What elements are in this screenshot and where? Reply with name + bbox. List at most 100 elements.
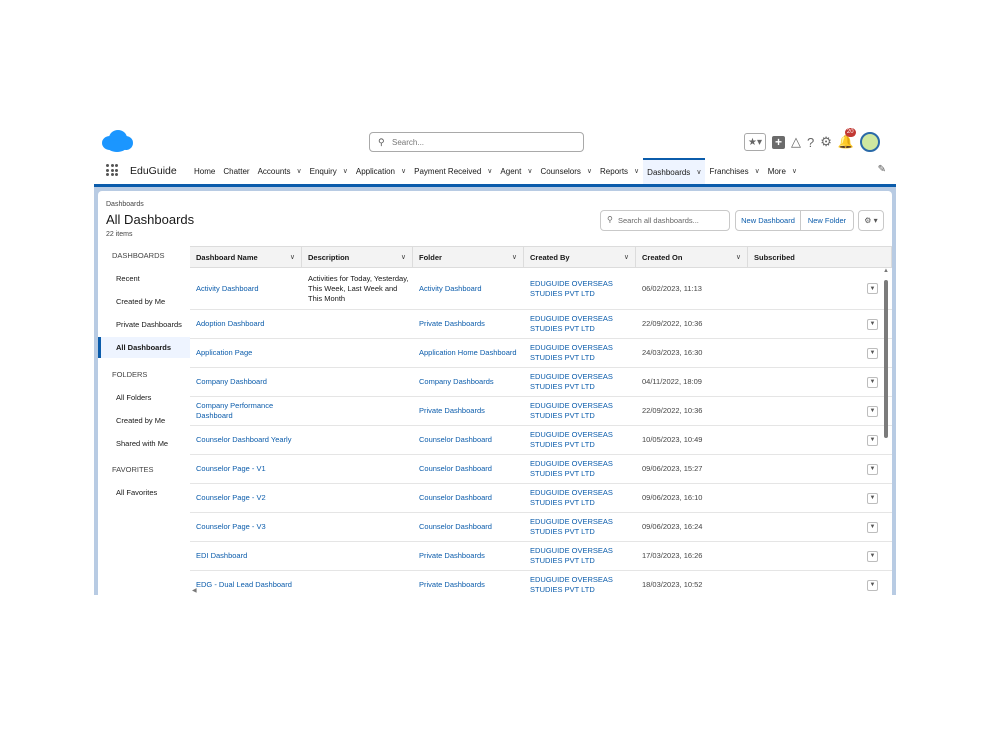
setup-gear-icon[interactable]: ⚙ <box>820 134 832 150</box>
cell-created-by[interactable]: EDUGUIDE OVERSEAS STUDIES PVT LTD <box>524 542 636 570</box>
nav-tab-franchises[interactable]: Franchises ∨ <box>705 158 763 184</box>
column-header-dashboard-name[interactable]: Dashboard Name ∨ <box>190 247 302 268</box>
trailhead-icon[interactable]: △ <box>791 134 801 150</box>
cell-name[interactable]: Adoption Dashboard <box>190 310 302 338</box>
cell-folder[interactable]: Application Home Dashboard <box>413 339 524 367</box>
left-nav-all-folders[interactable]: All Folders <box>116 393 151 402</box>
left-nav-all-favorites[interactable]: All Favorites <box>116 488 157 497</box>
row-actions-dropdown-icon[interactable]: ▼ <box>867 405 878 417</box>
cell-folder[interactable]: Counselor Dashboard <box>413 513 524 541</box>
column-header-created-by[interactable]: Created By ∨ <box>524 247 636 268</box>
cell-folder[interactable]: Private Dashboards <box>413 310 524 338</box>
column-header-created-on[interactable]: Created On ∨ <box>636 247 748 268</box>
cell-folder[interactable]: Counselor Dashboard <box>413 426 524 454</box>
nav-tab-dashboards[interactable]: Dashboards ∨ <box>643 158 706 184</box>
row-actions-dropdown-icon[interactable]: ▼ <box>867 492 878 504</box>
left-nav-private-dashboards[interactable]: Private Dashboards <box>116 320 182 329</box>
breadcrumb[interactable]: Dashboards <box>106 201 144 208</box>
row-actions-dropdown-icon[interactable]: ▼ <box>867 579 878 591</box>
row-actions-dropdown-icon[interactable]: ▼ <box>867 283 878 294</box>
user-avatar[interactable] <box>860 132 881 152</box>
nav-tab-enquiry[interactable]: Enquiry ∨ <box>306 158 352 184</box>
help-icon[interactable]: ? <box>807 135 814 150</box>
chevron-down-icon[interactable]: ∨ <box>634 167 639 175</box>
cell-created-by[interactable]: EDUGUIDE OVERSEAS STUDIES PVT LTD <box>524 455 636 483</box>
cell-created-by[interactable]: EDUGUIDE OVERSEAS STUDIES PVT LTD <box>524 310 636 338</box>
chevron-down-icon[interactable]: ∨ <box>401 167 406 175</box>
left-nav-all-dashboards[interactable]: All Dashboards <box>98 337 190 358</box>
row-actions-dropdown-icon[interactable]: ▼ <box>867 521 878 533</box>
chevron-down-icon[interactable]: ∨ <box>696 168 701 176</box>
new-folder-button[interactable]: New Folder <box>800 210 854 231</box>
row-actions-dropdown-icon[interactable]: ▼ <box>867 376 878 388</box>
global-search-input[interactable]: ⚲ Search... <box>369 132 584 152</box>
column-menu-chevron-icon[interactable]: ∨ <box>401 247 406 268</box>
edit-nav-pencil-icon[interactable]: ✎ <box>878 164 886 175</box>
nav-tab-accounts[interactable]: Accounts ∨ <box>254 158 306 184</box>
row-actions-dropdown-icon[interactable]: ▼ <box>867 318 878 330</box>
scroll-left-icon[interactable]: ◀ <box>192 587 197 594</box>
cell-created-by[interactable]: EDUGUIDE OVERSEAS STUDIES PVT LTD <box>524 339 636 367</box>
cell-created-by[interactable]: EDUGUIDE OVERSEAS STUDIES PVT LTD <box>524 397 636 425</box>
nav-tab-reports[interactable]: Reports ∨ <box>596 158 643 184</box>
cell-folder[interactable]: Counselor Dashboard <box>413 484 524 512</box>
left-nav-folders-created-by-me[interactable]: Created by Me <box>116 416 165 425</box>
cell-folder[interactable]: Private Dashboards <box>413 542 524 570</box>
chevron-down-icon[interactable]: ∨ <box>755 167 760 175</box>
cell-folder[interactable]: Private Dashboards <box>413 397 524 425</box>
chevron-down-icon[interactable]: ∨ <box>527 167 532 175</box>
cell-name[interactable]: Application Page <box>190 339 302 367</box>
cell-name[interactable]: Counselor Page - V2 <box>190 484 302 512</box>
favorites-star-icon[interactable]: ★▾ <box>744 133 766 151</box>
cell-folder[interactable]: Company Dashboards <box>413 368 524 396</box>
column-menu-chevron-icon[interactable]: ∨ <box>736 247 741 268</box>
nav-tab-application[interactable]: Application ∨ <box>352 158 410 184</box>
nav-tab-counselors[interactable]: Counselors ∨ <box>536 158 596 184</box>
row-actions-dropdown-icon[interactable]: ▼ <box>867 463 878 475</box>
chevron-down-icon[interactable]: ∨ <box>343 167 348 175</box>
cell-created-by[interactable]: EDUGUIDE OVERSEAS STUDIES PVT LTD <box>524 513 636 541</box>
cell-folder[interactable]: Private Dashboards <box>413 571 524 595</box>
nav-tab-agent[interactable]: Agent ∨ <box>496 158 536 184</box>
nav-tab-chatter[interactable]: Chatter <box>219 158 253 184</box>
column-menu-chevron-icon[interactable]: ∨ <box>290 247 295 268</box>
notifications-bell-icon[interactable]: 🔔 20 <box>838 128 856 150</box>
list-settings-gear-icon[interactable]: ⚙ ▾ <box>858 210 884 231</box>
cell-name[interactable]: Activity Dashboard <box>190 268 302 309</box>
cell-created-by[interactable]: EDUGUIDE OVERSEAS STUDIES PVT LTD <box>524 368 636 396</box>
cell-created-by[interactable]: EDUGUIDE OVERSEAS STUDIES PVT LTD <box>524 268 636 309</box>
column-header-description[interactable]: Description ∨ <box>302 247 413 268</box>
vertical-scrollbar[interactable]: ▲ <box>883 268 889 595</box>
scroll-up-icon[interactable]: ▲ <box>883 268 889 274</box>
cell-name[interactable]: Company Dashboard <box>190 368 302 396</box>
chevron-down-icon[interactable]: ∨ <box>487 167 492 175</box>
row-actions-dropdown-icon[interactable]: ▼ <box>867 347 878 359</box>
cell-created-by[interactable]: EDUGUIDE OVERSEAS STUDIES PVT LTD <box>524 571 636 595</box>
nav-tab-payment-received[interactable]: Payment Received ∨ <box>410 158 496 184</box>
cell-created-by[interactable]: EDUGUIDE OVERSEAS STUDIES PVT LTD <box>524 426 636 454</box>
left-nav-recent[interactable]: Recent <box>116 274 140 283</box>
global-actions-plus-icon[interactable]: + <box>772 135 785 149</box>
left-nav-shared-with-me[interactable]: Shared with Me <box>116 439 168 448</box>
cell-name[interactable]: Counselor Page - V1 <box>190 455 302 483</box>
scrollbar-thumb[interactable] <box>884 280 888 438</box>
new-dashboard-button[interactable]: New Dashboard <box>735 210 801 231</box>
search-dashboards-input[interactable]: ⚲ Search all dashboards... <box>600 210 730 231</box>
column-header-subscribed[interactable]: Subscribed <box>748 247 892 268</box>
row-actions-dropdown-icon[interactable]: ▼ <box>867 434 878 446</box>
cell-name[interactable]: Company Performance Dashboard <box>190 397 302 425</box>
cell-created-by[interactable]: EDUGUIDE OVERSEAS STUDIES PVT LTD <box>524 484 636 512</box>
chevron-down-icon[interactable]: ∨ <box>792 167 797 175</box>
chevron-down-icon[interactable]: ∨ <box>296 167 301 175</box>
cell-name[interactable]: Counselor Page - V3 <box>190 513 302 541</box>
cell-name[interactable]: EDG - Dual Lead Dashboard <box>190 571 302 595</box>
column-header-folder[interactable]: Folder ∨ <box>413 247 524 268</box>
cell-name[interactable]: EDI Dashboard <box>190 542 302 570</box>
chevron-down-icon[interactable]: ∨ <box>587 167 592 175</box>
nav-tab-more[interactable]: More ∨ <box>764 158 801 184</box>
row-actions-dropdown-icon[interactable]: ▼ <box>867 550 878 562</box>
column-menu-chevron-icon[interactable]: ∨ <box>624 247 629 268</box>
cell-folder[interactable]: Activity Dashboard <box>413 268 524 309</box>
app-launcher-icon[interactable] <box>106 164 118 176</box>
left-nav-created-by-me[interactable]: Created by Me <box>116 297 165 306</box>
